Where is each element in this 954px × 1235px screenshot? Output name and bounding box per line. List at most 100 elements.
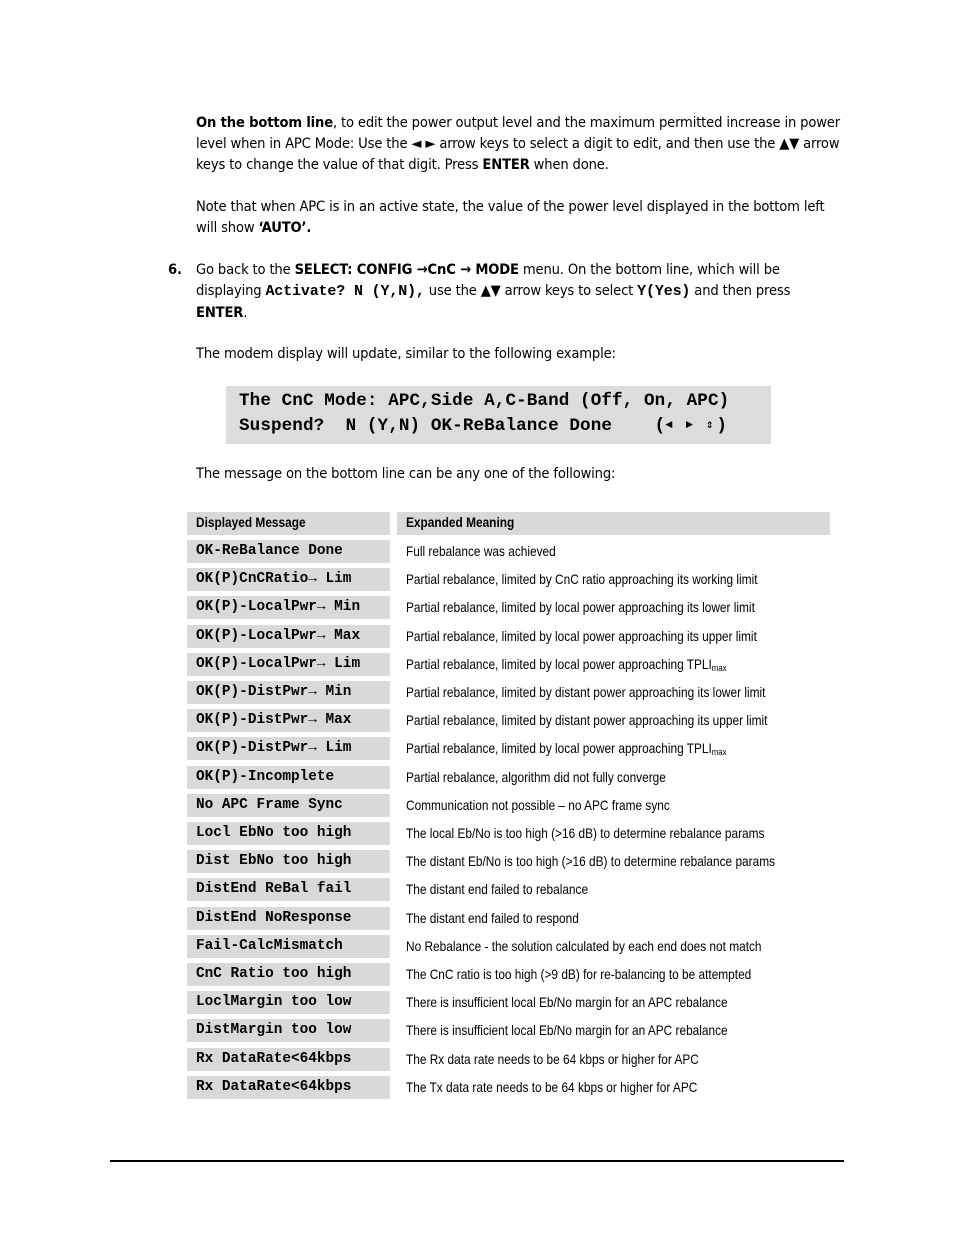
expanded-meaning: The distant end failed to respond <box>406 910 579 926</box>
expanded-meaning: Partial rebalance, limited by CnC ratio … <box>406 572 758 588</box>
expanded-meaning: The Tx data rate needs to be 64 kbps or … <box>406 1079 698 1095</box>
expanded-meaning: The Rx data rate needs to be 64 kbps or … <box>406 1051 699 1067</box>
message-cell: OK-ReBalance Done <box>187 540 390 563</box>
meaning-cell: No Rebalance - the solution calculated b… <box>397 935 830 958</box>
expanded-meaning: No Rebalance - the solution calculated b… <box>406 938 762 954</box>
meaning-cell: The CnC ratio is too high (>9 dB) for re… <box>397 963 830 986</box>
yes-code: Y(Yes) <box>637 283 691 300</box>
displayed-message: OK(P)CnCRatio→ Lim <box>196 571 352 588</box>
lcd-display-example: The CnC Mode: APC,Side A,C-Band (Off, On… <box>226 386 771 444</box>
message-cell: DistMargin too low <box>187 1019 390 1043</box>
displayed-message: LoclMargin too low <box>196 994 352 1011</box>
meaning-cell: Partial rebalance, algorithm did not ful… <box>397 766 830 789</box>
displayed-message: Rx DataRate<64kbps <box>196 1078 352 1095</box>
arrow-keys-icon: ◄ ► ⇕ <box>665 418 717 432</box>
bottom-line-instructions: On the bottom line, to edit the power ou… <box>196 114 840 173</box>
meaning-cell: Partial rebalance, limited by CnC ratio … <box>397 568 830 591</box>
displayed-message: OK(P)-DistPwr→ Min <box>196 684 352 700</box>
message-cell: OK(P)-DistPwr→ Lim <box>187 737 390 761</box>
menu-path: SELECT: CONFIG →CnC → MODE <box>294 261 519 278</box>
displayed-message: Fail-CalcMismatch <box>196 937 343 954</box>
message-cell: LoclMargin too low <box>187 991 390 1015</box>
lcd-line-2: Suspend? N (Y,N) OK-ReBalance Done (◄ ► … <box>239 416 728 436</box>
up-down-arrows-icon: ▲▼ <box>779 135 800 152</box>
expanded-meaning: Partial rebalance, limited by distant po… <box>406 685 766 700</box>
meaning-cell: The Rx data rate needs to be 64 kbps or … <box>397 1048 830 1071</box>
message-cell: Rx DataRate<64kbps <box>187 1047 390 1071</box>
message-cell: OK(P)CnCRatio→ Lim <box>187 568 390 592</box>
left-right-arrows-icon: ◄ ► <box>411 135 436 152</box>
expanded-meaning: The local Eb/No is too high (>16 dB) to … <box>406 826 765 841</box>
displayed-message: DistMargin too low <box>196 1022 352 1039</box>
bottom-line-lead: On the bottom line <box>196 114 333 131</box>
message-cell: OK(P)-DistPwr→ Max <box>187 709 390 733</box>
message-cell: DistEnd ReBal fail <box>187 878 390 902</box>
footer-divider <box>110 1160 844 1162</box>
meaning-cell: The distant end failed to rebalance <box>397 878 830 901</box>
meaning-cell: Full rebalance was achieved <box>397 540 830 563</box>
meaning-cell: The distant end failed to respond <box>397 907 830 930</box>
expanded-meaning: Partial rebalance, limited by distant po… <box>406 713 768 729</box>
meaning-cell: Partial rebalance, limited by local powe… <box>397 737 830 760</box>
message-cell: DistEnd NoResponse <box>187 906 390 930</box>
displayed-message: Dist EbNo too high <box>196 853 352 870</box>
meaning-cell: Partial rebalance, limited by local powe… <box>397 625 830 648</box>
expanded-meaning: The distant end failed to rebalance <box>406 882 589 898</box>
displayed-message: OK(P)-DistPwr→ Max <box>196 712 352 729</box>
activate-code: Activate? N (Y,N), <box>265 283 425 300</box>
displayed-message: No APC Frame Sync <box>196 796 343 813</box>
displayed-message: OK(P)-DistPwr→ Lim <box>196 740 352 757</box>
displayed-message: DistEnd ReBal fail <box>196 881 352 898</box>
meaning-cell: There is insufficient local Eb/No margin… <box>397 991 830 1014</box>
step-number: 6. <box>168 261 182 278</box>
displayed-message: OK(P)-LocalPwr→ Min <box>196 599 361 616</box>
message-cell: OK(P)-LocalPwr→ Min <box>187 596 390 620</box>
expanded-meaning: Partial rebalance, limited by local powe… <box>406 656 727 673</box>
message-cell: CnC Ratio too high <box>187 963 390 986</box>
expanded-meaning: Partial rebalance, limited by local powe… <box>406 741 727 758</box>
meaning-cell: The local Eb/No is too high (>16 dB) to … <box>397 822 830 845</box>
displayed-message: DistEnd NoResponse <box>196 909 352 926</box>
meaning-cell: Partial rebalance, limited by distant po… <box>397 681 830 704</box>
displayed-message: OK(P)-LocalPwr→ Max <box>196 627 361 644</box>
header-cell-expanded-meaning: Expanded Meaning <box>397 512 830 535</box>
table-intro: The message on the bottom line can be an… <box>196 465 616 482</box>
displayed-message: Rx DataRate<64kbps <box>196 1050 352 1067</box>
meaning-cell: The distant Eb/No is too high (>16 dB) t… <box>397 850 830 873</box>
displayed-message: OK(P)-LocalPwr→ Lim <box>196 655 361 672</box>
expanded-meaning: The distant Eb/No is too high (>16 dB) t… <box>406 854 776 870</box>
displayed-message: CnC Ratio too high <box>196 966 352 982</box>
meaning-cell: There is insufficient local Eb/No margin… <box>397 1019 830 1042</box>
subscript: max <box>711 662 727 673</box>
expanded-meaning: There is insufficient local Eb/No margin… <box>406 995 728 1011</box>
message-cell: OK(P)-LocalPwr→ Max <box>187 624 390 648</box>
expanded-meaning: There is insufficient local Eb/No margin… <box>406 1023 728 1039</box>
expanded-meaning: Full rebalance was achieved <box>406 544 556 559</box>
meaning-cell: The Tx data rate needs to be 64 kbps or … <box>397 1076 830 1099</box>
expanded-meaning: Partial rebalance, algorithm did not ful… <box>406 769 666 785</box>
message-cell: No APC Frame Sync <box>187 793 390 817</box>
lcd-line-1: The CnC Mode: APC,Side A,C-Band (Off, On… <box>239 391 730 411</box>
message-cell: Locl EbNo too high <box>187 822 390 845</box>
expanded-meaning: Partial rebalance, limited by local powe… <box>406 600 755 616</box>
message-cell: Rx DataRate<64kbps <box>187 1075 390 1099</box>
meaning-cell: Communication not possible – no APC fram… <box>397 794 830 817</box>
message-cell: Dist EbNo too high <box>187 850 390 874</box>
subscript: max <box>711 747 727 758</box>
header-cell-displayed-message: Displayed Message <box>187 512 390 535</box>
apc-active-note: Note that when APC is in an active state… <box>196 198 825 236</box>
message-cell: OK(P)-Incomplete <box>187 765 390 789</box>
meaning-cell: Partial rebalance, limited by local powe… <box>397 596 830 619</box>
displayed-message: OK(P)-Incomplete <box>196 768 335 785</box>
up-down-arrows-icon: ▲▼ <box>480 282 501 299</box>
meaning-cell: Partial rebalance, limited by local powe… <box>397 653 830 676</box>
expanded-meaning: Partial rebalance, limited by local powe… <box>406 628 757 644</box>
message-cell: OK(P)-DistPwr→ Min <box>187 681 390 704</box>
step-6-text: Go back to the SELECT: CONFIG →CnC → MOD… <box>196 261 791 321</box>
display-update-text: The modem display will update, similar t… <box>196 345 616 362</box>
displayed-message: Locl EbNo too high <box>196 825 352 841</box>
expanded-meaning: The CnC ratio is too high (>9 dB) for re… <box>406 967 752 982</box>
displayed-message: OK-ReBalance Done <box>196 543 343 559</box>
message-cell: Fail-CalcMismatch <box>187 934 390 958</box>
expanded-meaning: Communication not possible – no APC fram… <box>406 797 670 813</box>
